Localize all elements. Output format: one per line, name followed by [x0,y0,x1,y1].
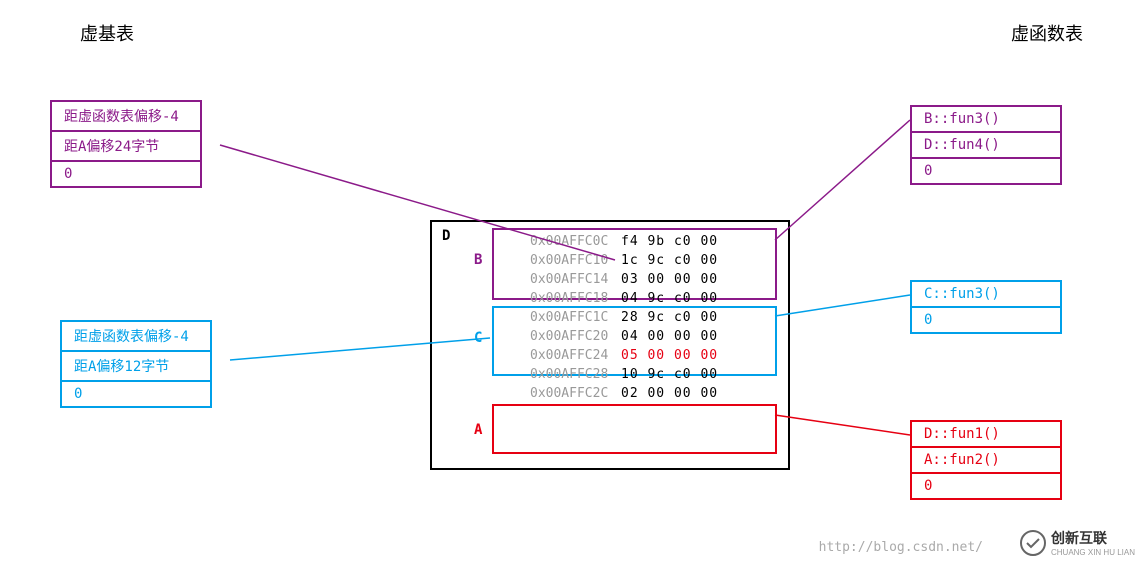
vftable-b-row3: 0 [911,158,1061,184]
footer-url: http://blog.csdn.net/ [819,540,983,555]
mem-row: 0x00AFFC101c 9c c0 00 [522,251,732,270]
vftable-a-row2: A::fun2() [911,447,1061,473]
logo-text: 创新互联 [1051,528,1135,548]
right-title: 虚函数表 [1011,20,1083,46]
logo-icon [1019,529,1047,557]
vftable-c-row2: 0 [911,307,1061,333]
left-title: 虚基表 [80,20,134,46]
logo: 创新互联 CHUANG XIN HU LIAN [1019,528,1135,557]
vftable-b-row2: D::fun4() [911,132,1061,158]
vbtable-b: 距虚函数表偏移-4 距A偏移24字节 0 [50,100,202,188]
vftable-c-row1: C::fun3() [911,281,1061,307]
vftable-c: C::fun3() 0 [910,280,1062,334]
label-b: B [474,252,482,268]
vbtable-c-row1: 距虚函数表偏移-4 [61,321,211,351]
memory-rows: 0x00AFFC0Cf4 9b c0 00 0x00AFFC101c 9c c0… [522,232,732,403]
mem-row: 0x00AFFC0Cf4 9b c0 00 [522,232,732,251]
mem-row: 0x00AFFC1403 00 00 00 [522,270,732,289]
mem-row: 0x00AFFC2405 00 00 00 [522,346,732,365]
vftable-a: D::fun1() A::fun2() 0 [910,420,1062,500]
vftable-b: B::fun3() D::fun4() 0 [910,105,1062,185]
vftable-a-row3: 0 [911,473,1061,499]
label-c: C [474,330,482,346]
vbtable-c-row3: 0 [61,381,211,407]
vbtable-c-row2: 距A偏移12字节 [61,351,211,381]
mem-row: 0x00AFFC2810 9c c0 00 [522,365,732,384]
vbtable-b-row3: 0 [51,161,201,187]
memory-block: D B C A 0x00AFFC0Cf4 9b c0 00 0x00AFFC10… [430,220,790,470]
group-box-a [492,404,777,454]
vbtable-b-row2: 距A偏移24字节 [51,131,201,161]
vftable-a-row1: D::fun1() [911,421,1061,447]
mem-row: 0x00AFFC2C02 00 00 00 [522,384,732,403]
label-a: A [474,422,482,438]
label-d: D [442,228,450,244]
logo-sub: CHUANG XIN HU LIAN [1051,548,1135,557]
mem-row: 0x00AFFC2004 00 00 00 [522,327,732,346]
vftable-b-row1: B::fun3() [911,106,1061,132]
vbtable-b-row1: 距虚函数表偏移-4 [51,101,201,131]
vbtable-c: 距虚函数表偏移-4 距A偏移12字节 0 [60,320,212,408]
mem-row: 0x00AFFC1C28 9c c0 00 [522,308,732,327]
mem-row: 0x00AFFC1804 9c c0 00 [522,289,732,308]
